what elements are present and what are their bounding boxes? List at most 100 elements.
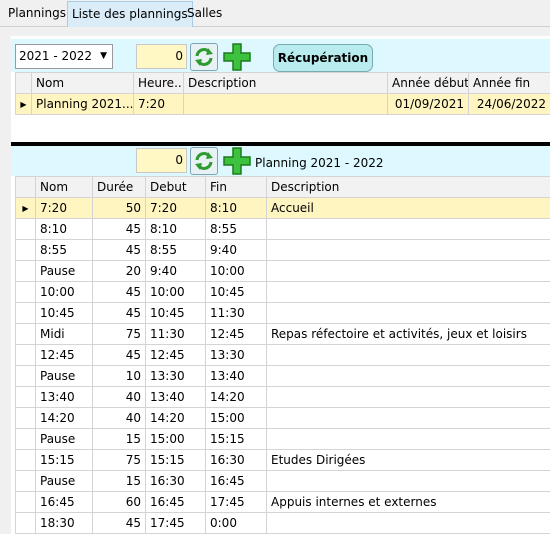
row-selector[interactable] (15, 323, 36, 345)
cell-description[interactable] (266, 428, 550, 450)
table-row[interactable]: 16:45 60 16:45 17:45 Appuis internes et exte… (15, 491, 550, 513)
cell-fin[interactable]: 13:40 (205, 365, 267, 387)
cell-nom[interactable]: Pause (35, 428, 93, 450)
cell-debut[interactable]: 10:00 (145, 281, 206, 303)
cell-debut[interactable]: 15:00 (145, 428, 206, 450)
cell-duree[interactable]: 15 (92, 470, 146, 492)
cell-description[interactable] (266, 239, 550, 261)
table-row[interactable]: ▶ Planning 2021... 7:20 01/09/2021 24/06… (15, 93, 550, 115)
tab-plannings[interactable]: Plannings (4, 1, 70, 27)
column-header-duree[interactable]: Durée (92, 176, 146, 198)
cell-fin[interactable]: 8:10 (205, 197, 267, 219)
refresh-button[interactable] (190, 43, 218, 71)
row-selector[interactable] (15, 302, 36, 324)
row-selector[interactable] (15, 260, 36, 282)
cell-fin[interactable]: 8:55 (205, 218, 267, 240)
cell-description[interactable] (266, 512, 550, 534)
cell-debut[interactable]: 8:55 (145, 239, 206, 261)
cell-nom[interactable]: 10:00 (35, 281, 93, 303)
cell-debut[interactable]: 9:40 (145, 260, 206, 282)
cell-duree[interactable]: 40 (92, 407, 146, 429)
cell-duree[interactable]: 40 (92, 386, 146, 408)
cell-debut[interactable]: 15:15 (145, 449, 206, 471)
cell-duree[interactable]: 20 (92, 260, 146, 282)
cell-debut[interactable]: 10:45 (145, 302, 206, 324)
table-row[interactable]: Pause 20 9:40 10:00 (15, 260, 550, 282)
cell-annee-fin[interactable]: 24/06/2022 (468, 93, 550, 115)
cell-debut[interactable]: 16:45 (145, 491, 206, 513)
row-selector[interactable] (15, 470, 36, 492)
column-header-debut[interactable]: Debut (145, 176, 206, 198)
cell-description[interactable] (266, 281, 550, 303)
column-header-nom[interactable]: Nom (31, 72, 134, 94)
cell-nom[interactable]: 7:20 (35, 197, 93, 219)
cell-duree[interactable]: 50 (92, 197, 146, 219)
cell-nom[interactable]: 14:20 (35, 407, 93, 429)
cell-debut[interactable]: 7:20 (145, 197, 206, 219)
table-row[interactable]: 14:20 40 14:20 15:00 (15, 407, 550, 429)
cell-duree[interactable]: 75 (92, 323, 146, 345)
row-selector[interactable] (15, 344, 36, 366)
table-row[interactable]: 8:55 45 8:55 9:40 (15, 239, 550, 261)
row-selector[interactable] (15, 365, 36, 387)
cell-duree[interactable]: 45 (92, 512, 146, 534)
cell-duree[interactable]: 75 (92, 449, 146, 471)
cell-nom[interactable]: 8:10 (35, 218, 93, 240)
cell-fin[interactable]: 17:45 (205, 491, 267, 513)
cell-nom[interactable]: Pause (35, 365, 93, 387)
table-row[interactable]: 10:45 45 10:45 11:30 (15, 302, 550, 324)
cell-duree[interactable]: 60 (92, 491, 146, 513)
cell-annee-debut[interactable]: 01/09/2021 (387, 93, 469, 115)
row-pointer-icon[interactable]: ▶ (15, 197, 36, 219)
column-header-description[interactable]: Description (183, 72, 388, 94)
cell-nom[interactable]: 10:45 (35, 302, 93, 324)
row-selector[interactable] (15, 407, 36, 429)
table-row[interactable]: ▶ 7:20 50 7:20 8:10 Accueil (15, 197, 550, 219)
cell-duree[interactable]: 45 (92, 239, 146, 261)
tab-salles[interactable]: Salles (183, 1, 226, 27)
row-selector[interactable] (15, 449, 36, 471)
cell-duree[interactable]: 10 (92, 365, 146, 387)
cell-description[interactable]: Etudes Dirigées (266, 449, 550, 471)
cell-description[interactable] (266, 386, 550, 408)
cell-nom[interactable]: Midi (35, 323, 93, 345)
cell-fin[interactable]: 13:30 (205, 344, 267, 366)
cell-nom[interactable]: 16:45 (35, 491, 93, 513)
row-selector[interactable] (15, 239, 36, 261)
cell-debut[interactable]: 8:10 (145, 218, 206, 240)
cell-duree[interactable]: 15 (92, 428, 146, 450)
add-button-2[interactable] (222, 146, 251, 175)
column-header-annee-debut[interactable]: Année début (387, 72, 469, 94)
table-row[interactable]: Pause 15 15:00 15:15 (15, 428, 550, 450)
top-counter-field[interactable]: 0 (136, 44, 187, 69)
cell-description[interactable] (266, 344, 550, 366)
cell-debut[interactable]: 14:20 (145, 407, 206, 429)
column-header-annee-fin[interactable]: Année fin (468, 72, 550, 94)
cell-fin[interactable]: 11:30 (205, 302, 267, 324)
tab-liste-des-plannings[interactable]: Liste des plannings (67, 1, 193, 27)
recuperation-button[interactable]: Récupération (273, 44, 373, 72)
cell-nom[interactable]: Pause (35, 260, 93, 282)
cell-debut[interactable]: 11:30 (145, 323, 206, 345)
cell-heure[interactable]: 7:20 (133, 93, 184, 115)
cell-debut[interactable]: 13:30 (145, 365, 206, 387)
bottom-counter-field[interactable]: 0 (136, 148, 187, 173)
cell-description[interactable] (266, 470, 550, 492)
column-header-heure[interactable]: Heure... (133, 72, 184, 94)
table-row[interactable]: 13:40 40 13:40 14:20 (15, 386, 550, 408)
cell-debut[interactable]: 17:45 (145, 512, 206, 534)
cell-fin[interactable]: 15:15 (205, 428, 267, 450)
table-row[interactable]: 8:10 45 8:10 8:55 (15, 218, 550, 240)
row-selector[interactable] (15, 491, 36, 513)
refresh-button-2[interactable] (190, 147, 218, 175)
cell-fin[interactable]: 16:30 (205, 449, 267, 471)
cell-duree[interactable]: 45 (92, 281, 146, 303)
table-row[interactable]: Midi 75 11:30 12:45 Repas réfectoire et acti… (15, 323, 550, 345)
cell-fin[interactable]: 14:20 (205, 386, 267, 408)
row-selector[interactable] (15, 218, 36, 240)
cell-fin[interactable]: 15:00 (205, 407, 267, 429)
cell-fin[interactable]: 10:45 (205, 281, 267, 303)
cell-fin[interactable]: 10:00 (205, 260, 267, 282)
table-row[interactable]: Pause 15 16:30 16:45 (15, 470, 550, 492)
cell-description[interactable] (266, 302, 550, 324)
